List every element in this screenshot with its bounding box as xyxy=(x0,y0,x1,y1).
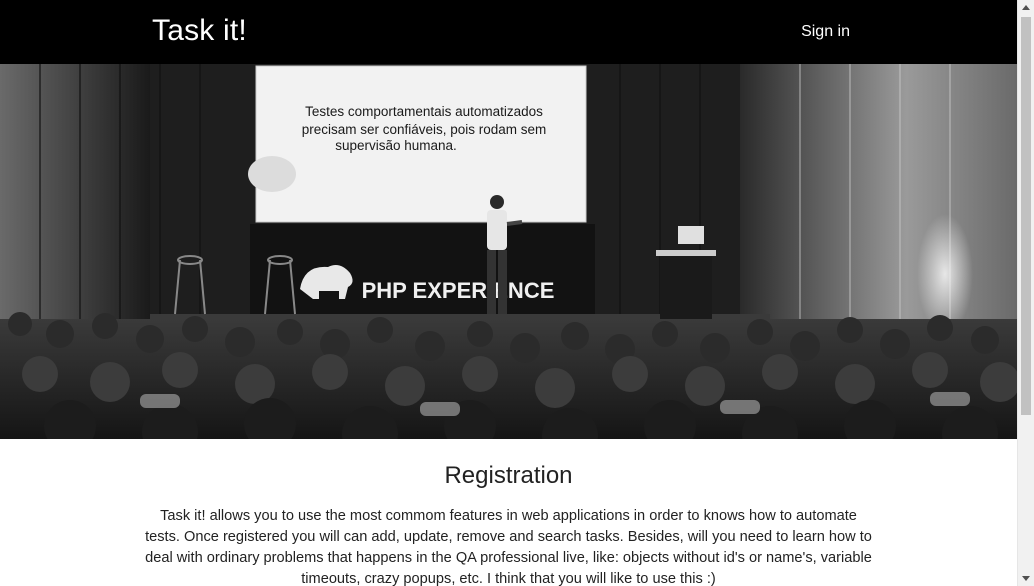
page: Task it! Sign in Testes comportamentais … xyxy=(0,0,1034,586)
scroll-up-arrow-icon[interactable] xyxy=(1022,5,1030,10)
registration-section: Registration Task it! allows you to use … xyxy=(0,439,1017,586)
vertical-scrollbar[interactable] xyxy=(1017,0,1034,586)
hero-photo-svg: Testes comportamentais automatizados pre… xyxy=(0,64,1017,439)
registration-title: Registration xyxy=(444,462,573,489)
scrollbar-thumb[interactable] xyxy=(1021,17,1031,415)
registration-description: Task it! allows you to use the most comm… xyxy=(145,508,872,586)
scroll-down-arrow-icon[interactable] xyxy=(1022,576,1030,581)
sign-in-link[interactable]: Sign in xyxy=(801,22,850,42)
hero-image: Testes comportamentais automatizados pre… xyxy=(0,64,1017,439)
brand-logo-link[interactable]: Task it! xyxy=(152,13,247,49)
slide-text-line-1: Testes comportamentais automatizados xyxy=(305,104,543,119)
slide-text-line-2: precisam ser confiáveis, pois rodam sem xyxy=(302,122,547,137)
stage-banner-text: PHP EXPERIENCE xyxy=(362,278,555,303)
navbar: Task it! Sign in xyxy=(0,0,1017,64)
slide-text-line-3: supervisão humana. xyxy=(335,138,457,153)
